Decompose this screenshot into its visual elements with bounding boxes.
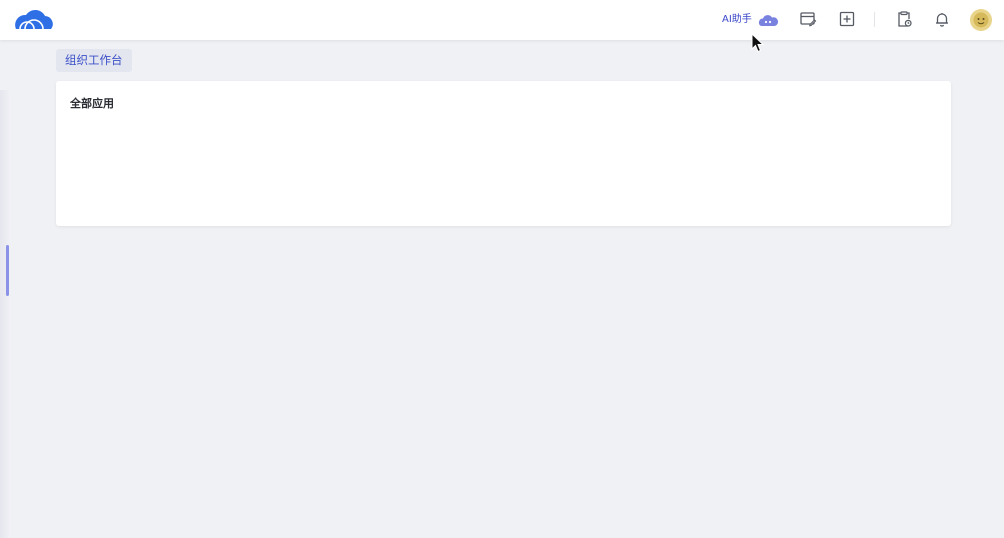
ai-cloud-icon xyxy=(758,15,778,26)
add-square-icon[interactable] xyxy=(838,10,856,28)
side-rail xyxy=(0,90,9,538)
side-rail-handle[interactable] xyxy=(6,245,9,296)
card-title: 全部应用 xyxy=(70,97,114,110)
toolbar-divider xyxy=(874,12,875,27)
mouse-cursor-icon xyxy=(751,33,765,53)
top-bar: AI助手 xyxy=(0,0,1004,40)
ai-assistant-label: AI助手 xyxy=(722,14,752,25)
ai-assistant-button[interactable]: AI助手 xyxy=(722,9,778,31)
clipboard-clock-icon[interactable] xyxy=(895,10,913,28)
calendar-edit-icon[interactable] xyxy=(799,10,817,28)
cloud-logo-icon[interactable] xyxy=(13,7,53,31)
bell-icon[interactable] xyxy=(933,10,951,28)
workspace-tag[interactable]: 组织工作台 xyxy=(56,49,132,72)
user-avatar-icon[interactable] xyxy=(970,9,992,31)
all-apps-card: 全部应用 xyxy=(56,81,951,226)
